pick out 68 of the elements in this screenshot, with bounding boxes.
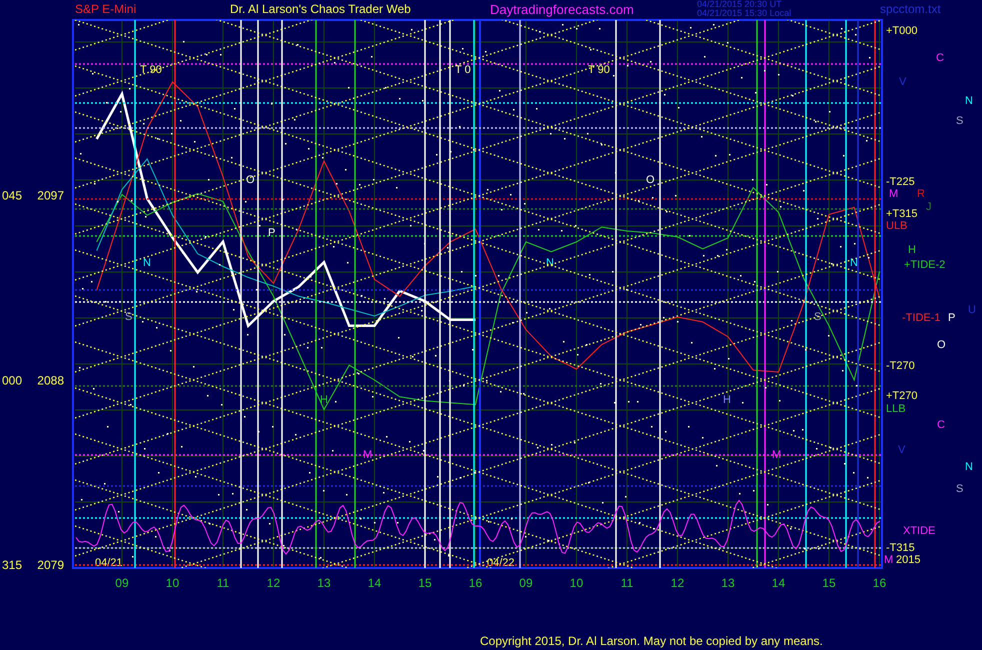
chart-label: ULB — [886, 220, 908, 232]
chart-label: -T225 — [886, 176, 915, 188]
website-name: Daytradingforecasts.com — [490, 2, 635, 16]
x-axis-label: 13 — [721, 576, 735, 590]
y-axis-label: 2079 — [37, 558, 64, 572]
angle-label: 045 — [2, 188, 22, 203]
chart-label: LLB — [886, 402, 906, 415]
x-axis-label: 09 — [115, 576, 129, 590]
x-axis-label: 10 — [166, 576, 180, 590]
x-axis-label: 13 — [317, 576, 331, 590]
timestamp: 04/21/2015 20:30 UT — [697, 0, 783, 9]
chart-label: 2015 — [896, 554, 920, 566]
chart-label: C — [936, 52, 944, 64]
x-axis-label: 15 — [822, 576, 836, 590]
chart-label: P — [268, 226, 276, 239]
x-axis-label: 12 — [670, 576, 684, 590]
chart-label: V — [899, 76, 906, 88]
x-axis-label: 16 — [468, 576, 482, 590]
chart-label: O — [646, 174, 655, 186]
angle-label: 000 — [2, 373, 22, 388]
chart-label: N — [965, 460, 973, 473]
x-axis-label: 16 — [872, 576, 886, 590]
chart-label: R — [917, 188, 925, 200]
y-axis-label: 2097 — [37, 188, 64, 203]
chart-label: U — [968, 304, 976, 316]
chart-label: T 90 — [588, 64, 610, 76]
x-axis-label: 10 — [570, 576, 584, 590]
x-axis-label: 15 — [418, 576, 432, 590]
x-axis-label: 14 — [772, 576, 786, 590]
chart-label: +T000 — [886, 24, 918, 37]
chart-label: C — [937, 418, 945, 431]
chart-label: -T315 — [886, 542, 915, 554]
chart-label: M — [884, 554, 894, 566]
chart-label: M — [889, 188, 898, 200]
file-name: spcctom.txt — [880, 2, 942, 16]
chart-label: T 90 — [140, 64, 162, 76]
chart-label: O — [937, 338, 946, 351]
timestamp: 04/21/2015 15:30 Local — [697, 9, 792, 18]
chart-label: XTIDE — [903, 524, 936, 537]
chart-label: S — [125, 310, 132, 323]
chart-label: N — [143, 256, 151, 269]
chart-label: J — [926, 200, 932, 213]
x-axis-label: 11 — [216, 576, 230, 590]
chart-label: N — [965, 94, 973, 107]
chart-label: N — [850, 256, 858, 269]
chart-label: +TIDE-2 — [904, 258, 946, 271]
chart-label: +T315 — [886, 208, 918, 220]
chart-label: -TIDE-1 — [902, 312, 940, 324]
instrument-name: S&P E-Mini — [75, 2, 138, 16]
chart-label: T 0 — [455, 64, 471, 76]
chart-label: S — [956, 114, 964, 127]
angle-label: 315 — [2, 558, 22, 572]
chart-label: +T270 — [886, 390, 918, 402]
chart-label: S — [956, 482, 964, 495]
x-axis-label: 12 — [266, 576, 280, 590]
chart-label: -T270 — [886, 360, 915, 372]
y-axis-label: 2088 — [37, 373, 64, 388]
chart-label: V — [898, 444, 906, 456]
x-axis-label: 11 — [620, 576, 634, 590]
x-axis-label: 09 — [519, 576, 533, 590]
x-axis-label: 14 — [368, 576, 382, 590]
chart-label: H — [320, 394, 328, 406]
site-title: Dr. Al Larson's Chaos Trader Web — [230, 2, 412, 16]
chart-label: P — [948, 312, 956, 324]
copyright-notice: Copyright 2015, Dr. Al Larson. May not be copied by any means. — [480, 634, 823, 648]
chart-label: S — [814, 310, 822, 323]
chart-label: H — [723, 394, 731, 406]
chart-label: H — [908, 244, 916, 256]
